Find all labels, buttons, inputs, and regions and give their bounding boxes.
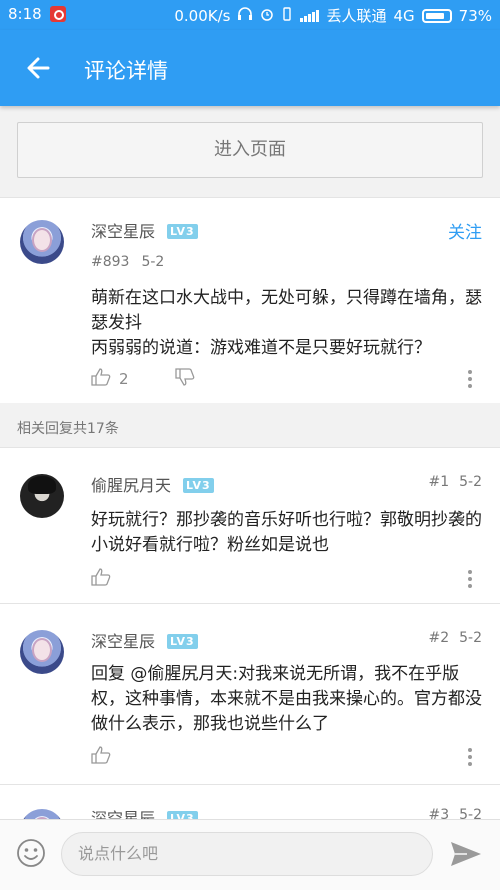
username[interactable]: 深空星辰LV3 bbox=[91, 628, 198, 652]
username[interactable]: 深空星辰LV3 bbox=[91, 218, 198, 242]
reply-date: 5-2 bbox=[459, 474, 482, 490]
arrow-left-icon bbox=[27, 57, 50, 79]
reply-item: 偷腥尻月天 LV3 #1 5-2 好玩就行？那抄袭的音乐好听也行啦？郭敬明抄袭的小说… bbox=[0, 447, 500, 603]
dislike-button[interactable] bbox=[174, 368, 195, 390]
floor-info: #2 5-2 bbox=[418, 630, 482, 646]
comment-actions: 2 bbox=[91, 368, 195, 390]
comment-text: 萌新在这口水大战中，无处可躲，只得蹲在墙角，瑟瑟发抖 丙弱弱的说道：游戏难道不是… bbox=[91, 288, 482, 358]
send-icon bbox=[451, 842, 481, 866]
like-button[interactable] bbox=[91, 746, 111, 768]
back-button[interactable] bbox=[20, 48, 60, 88]
like-count: 2 bbox=[119, 370, 129, 388]
battery-icon bbox=[421, 8, 452, 23]
send-button[interactable] bbox=[449, 840, 483, 872]
network-speed: 0.00K/s bbox=[174, 6, 231, 25]
replies-count-label: 相关回复共17条 bbox=[17, 421, 119, 437]
comment-input[interactable]: 说点什么吧 bbox=[61, 832, 433, 876]
page-title: 评论详情 bbox=[84, 59, 168, 83]
floor-number: #2 bbox=[428, 630, 450, 646]
more-options-button[interactable] bbox=[468, 748, 472, 769]
comment-input-bar: 说点什么吧 bbox=[0, 819, 500, 890]
thumbs-up-icon bbox=[91, 368, 111, 386]
floor-number: #1 bbox=[428, 474, 450, 490]
comment-meta: #893 5-2 bbox=[91, 254, 176, 270]
avatar[interactable] bbox=[20, 474, 64, 518]
smiley-icon bbox=[17, 839, 45, 867]
clock: 8:18 bbox=[8, 5, 42, 23]
network-type: 4G bbox=[393, 6, 415, 25]
like-button[interactable] bbox=[91, 368, 111, 390]
reply-text: 回复 @偷腥尻月天:对我来说无所谓，我不在乎版权，这种事情，本来就不是由我来操心… bbox=[91, 664, 482, 734]
status-bar: 8:18 0.00K/s 丢人联通 4G 73% bbox=[0, 0, 500, 30]
thumbs-down-icon bbox=[174, 368, 194, 386]
alarm-icon bbox=[260, 7, 274, 25]
comment-date: 5-2 bbox=[141, 254, 165, 270]
level-badge: LV3 bbox=[167, 634, 198, 649]
app-bar: 评论详情 bbox=[0, 30, 500, 106]
follow-button[interactable]: 关注 bbox=[448, 218, 482, 243]
level-badge: LV3 bbox=[183, 478, 214, 493]
level-badge: LV3 bbox=[167, 224, 198, 239]
avatar[interactable] bbox=[20, 220, 64, 264]
emoji-button[interactable] bbox=[16, 838, 46, 872]
more-options-button[interactable] bbox=[468, 370, 472, 391]
username[interactable]: 偷腥尻月天 LV3 bbox=[91, 472, 214, 496]
carrier-name: 丢人联通 bbox=[326, 7, 387, 25]
headphones-icon bbox=[237, 6, 253, 25]
thumbs-up-icon bbox=[91, 746, 111, 764]
reply-actions bbox=[91, 746, 111, 768]
netease-music-icon bbox=[49, 6, 66, 22]
enter-page-button[interactable]: 进入页面 bbox=[17, 122, 483, 178]
reply-date: 5-2 bbox=[459, 630, 482, 646]
more-options-button[interactable] bbox=[468, 570, 472, 591]
thumbs-up-icon bbox=[91, 568, 111, 586]
like-button[interactable] bbox=[91, 568, 111, 590]
reply-text: 好玩就行？那抄袭的音乐好听也行啦？郭敬明抄袭的小说好看就行啦？粉丝如是说也 bbox=[91, 510, 482, 555]
comment-id: #893 bbox=[91, 254, 130, 270]
avatar[interactable] bbox=[20, 630, 64, 674]
battery-level: 73% bbox=[458, 6, 492, 25]
reply-actions bbox=[91, 568, 111, 590]
main-comment: 深空星辰 LV3 关注 #893 5-2 萌新在这口水大战中，无处可躲，只得蹲在墙角… bbox=[0, 197, 500, 403]
floor-info: #1 5-2 bbox=[418, 474, 482, 490]
reply-item: 深空星辰 LV3 #2 5-2 回复 @偷腥尻月天:对我来说无所谓，我不在乎版权，这… bbox=[0, 603, 500, 784]
vibrate-icon bbox=[281, 6, 293, 25]
signal-icon bbox=[300, 9, 320, 22]
